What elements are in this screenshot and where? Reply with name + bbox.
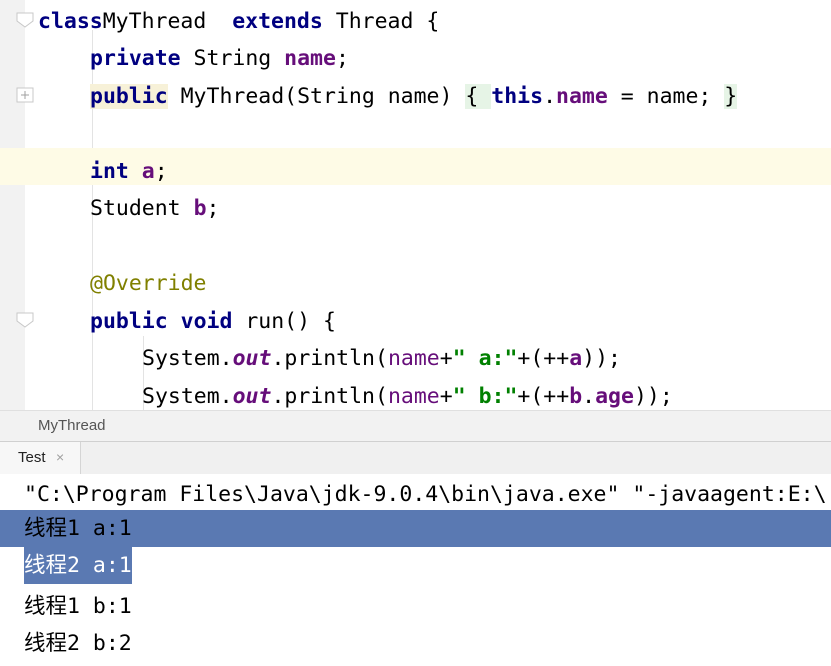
field-name: name bbox=[387, 384, 440, 409]
keyword: class bbox=[38, 9, 103, 34]
console-output[interactable]: "C:\Program Files\Java\jdk-9.0.4\bin\jav… bbox=[0, 474, 831, 666]
console-line: 线程2 b:2 bbox=[24, 631, 132, 656]
annotation: @Override bbox=[90, 271, 207, 296]
console-line: 线程1 b:1 bbox=[24, 594, 132, 619]
code-line-2: private String name; bbox=[90, 46, 349, 71]
code-line-11: System.out.println(name+" b:"+(++b.age))… bbox=[142, 384, 673, 409]
tab-test[interactable]: Test × bbox=[0, 442, 81, 474]
field-name: a bbox=[569, 346, 583, 371]
code-line-1: classMyThread extends Thread { bbox=[38, 9, 440, 34]
keyword: this bbox=[491, 84, 544, 109]
keyword: private bbox=[90, 46, 181, 71]
field-name: b bbox=[193, 196, 207, 221]
run-tool-window-tabs: Test × bbox=[0, 441, 831, 474]
breadcrumb[interactable]: MyThread bbox=[0, 410, 831, 441]
field-name: name bbox=[387, 346, 440, 371]
tab-label: Test bbox=[18, 449, 46, 466]
keyword: public bbox=[90, 84, 168, 109]
console-line-selected: 线程2 a:1 bbox=[0, 547, 831, 584]
keyword: void bbox=[180, 309, 233, 334]
keyword: public bbox=[90, 309, 168, 334]
string-literal: " a:" bbox=[452, 346, 518, 371]
field-name: name bbox=[556, 84, 608, 109]
folded-brace[interactable]: { bbox=[465, 84, 492, 109]
field-name: age bbox=[595, 384, 634, 409]
breadcrumb-item[interactable]: MyThread bbox=[38, 417, 106, 434]
keyword: extends bbox=[232, 9, 323, 34]
code-line-6: Student b; bbox=[90, 196, 220, 221]
folded-brace[interactable]: } bbox=[724, 84, 738, 109]
field-name: a bbox=[141, 159, 155, 184]
field-name: b bbox=[569, 384, 583, 409]
code-editor[interactable]: classMyThread extends Thread { private S… bbox=[0, 0, 831, 410]
code-line-5: int a; bbox=[90, 159, 168, 184]
code-line-9: public void run() { bbox=[90, 309, 336, 334]
console-line-selected: 线程1 a:1 bbox=[0, 510, 831, 547]
static-field: out bbox=[232, 384, 272, 409]
static-field: out bbox=[232, 346, 272, 371]
code-line-8: @Override bbox=[0, 265, 831, 302]
console-line-command: "C:\Program Files\Java\jdk-9.0.4\bin\jav… bbox=[24, 482, 827, 507]
field-name: name bbox=[284, 46, 336, 71]
close-icon[interactable]: × bbox=[56, 449, 64, 465]
code-line-10: System.out.println(name+" a:"+(++a)); bbox=[142, 346, 621, 371]
code-line-3: public MyThread(String name) { this.name… bbox=[90, 84, 738, 109]
string-literal: " b:" bbox=[452, 384, 518, 409]
keyword: int bbox=[90, 159, 129, 184]
